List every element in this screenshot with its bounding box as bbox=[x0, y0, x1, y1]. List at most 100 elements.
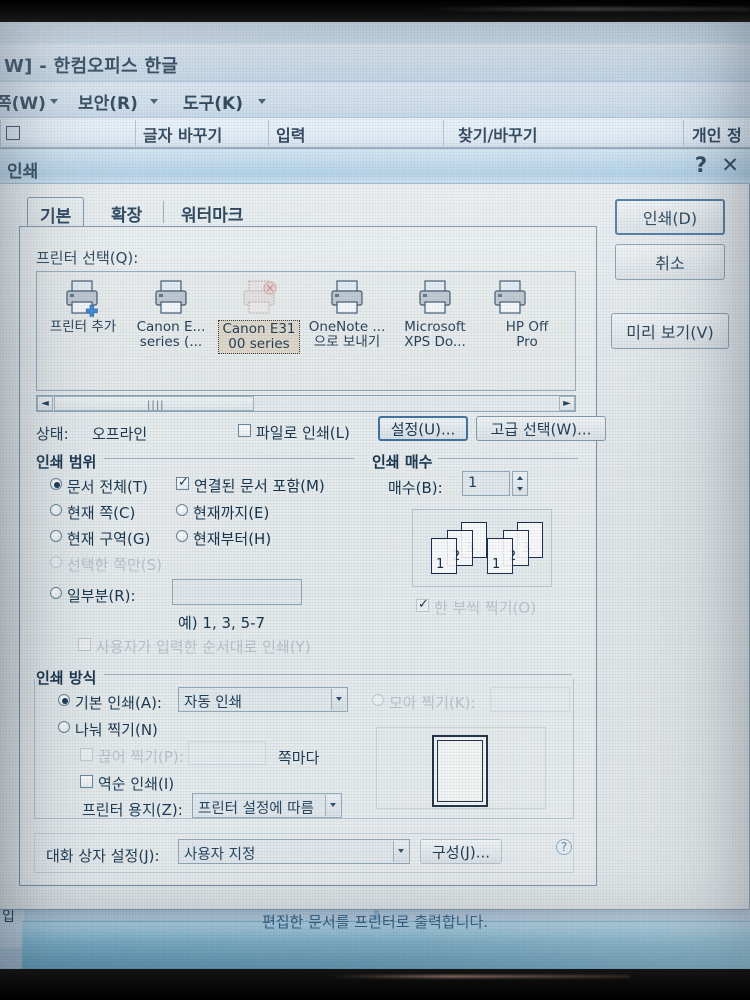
copies-value: 1 bbox=[468, 475, 478, 491]
chevron-down-icon[interactable] bbox=[325, 795, 340, 816]
radio-dot bbox=[176, 504, 188, 516]
monitor-bezel-top bbox=[0, 0, 750, 22]
radio-dot bbox=[50, 556, 62, 568]
printer-item-onenote[interactable]: OneNote ... 으로 보내기 bbox=[305, 278, 389, 350]
tab-watermark[interactable]: 워터마크 bbox=[169, 197, 256, 227]
printer-list[interactable]: 프린터 추가 Canon E... series (... Canon E31 … bbox=[36, 271, 576, 391]
split-print-label: 나눠 찍기(N) bbox=[75, 721, 158, 739]
divider bbox=[438, 458, 578, 459]
chevron-down-icon[interactable] bbox=[331, 689, 346, 710]
stepper-up-icon[interactable] bbox=[517, 476, 523, 480]
tab-extended[interactable]: 확장 bbox=[99, 197, 154, 227]
close-icon[interactable]: ✕ bbox=[721, 153, 739, 177]
checkbox-box bbox=[80, 748, 93, 761]
printer-list-scrollbar[interactable]: ◄ ► |||| bbox=[36, 395, 576, 412]
divider bbox=[0, 120, 1, 146]
printer-item-canon-e[interactable]: Canon E... series (... bbox=[129, 278, 213, 350]
app-toolbar-tabs: 글자 바꾸기 입력 찾기/바꾸기 개인 정 bbox=[0, 118, 750, 148]
menu-item-jjok[interactable]: 쪽(W) bbox=[0, 89, 46, 114]
nup-label: 모아 찍기(K): bbox=[389, 694, 476, 712]
chevron-down-icon[interactable] bbox=[258, 99, 266, 104]
cut-print-suffix: 쪽마다 bbox=[278, 749, 320, 767]
printer-item-hp[interactable]: HP Off Pro bbox=[481, 278, 573, 350]
cut-print-label: 끊어 찍기(P): bbox=[98, 748, 184, 766]
basic-print-value: 자동 인쇄 bbox=[184, 695, 242, 711]
scroll-left-arrow[interactable]: ◄ bbox=[37, 396, 53, 411]
reverse-print-label: 역순 인쇄(I) bbox=[98, 775, 175, 793]
layout-preview-inner bbox=[437, 740, 483, 802]
printer-offline-icon bbox=[236, 278, 282, 318]
scroll-right-arrow[interactable]: ► bbox=[559, 396, 575, 411]
cancel-button[interactable]: 취소 bbox=[615, 244, 725, 280]
toolbar-tab-input[interactable]: 입력 bbox=[276, 122, 305, 146]
printer-icon bbox=[412, 278, 458, 318]
toolbar-tab-find-replace[interactable]: 찾기/바꾸기 bbox=[458, 122, 537, 146]
radio-dot bbox=[50, 478, 62, 490]
range-hint: 예) 1, 3, 5-7 bbox=[178, 614, 266, 632]
printer-name: 프린터 추가 bbox=[49, 319, 117, 335]
configure-button[interactable]: 구성(J)... bbox=[420, 839, 502, 864]
help-icon[interactable]: ? bbox=[556, 839, 572, 855]
stepper-down-icon[interactable] bbox=[517, 487, 523, 491]
copies-header: 인쇄 매수 bbox=[372, 453, 433, 471]
copies-stepper[interactable] bbox=[512, 471, 528, 496]
nup-select bbox=[490, 687, 570, 712]
chevron-down-icon[interactable] bbox=[150, 99, 158, 104]
user-order-label: 사용자가 입력한 순서대로 인쇄(Y) bbox=[96, 638, 311, 656]
status-value: 오프라인 bbox=[92, 425, 148, 443]
menu-item-security[interactable]: 보안(R) bbox=[78, 89, 138, 114]
help-icon[interactable]: ? bbox=[695, 153, 707, 177]
chevron-down-icon[interactable] bbox=[393, 841, 408, 862]
scroll-thumb[interactable]: |||| bbox=[54, 396, 254, 411]
print-button[interactable]: 인쇄(D) bbox=[615, 199, 725, 235]
printer-settings-button[interactable]: 설정(U)... bbox=[378, 416, 468, 441]
radio-dot bbox=[50, 530, 62, 542]
printer-paper-label: 프린터 용지(Z): bbox=[82, 801, 183, 819]
print-range-header: 인쇄 범위 bbox=[36, 453, 97, 471]
copies-input[interactable]: 1 bbox=[462, 471, 510, 496]
dialog-settings-select[interactable]: 사용자 지정 bbox=[178, 839, 410, 864]
preview-button[interactable]: 미리 보기(V) bbox=[611, 313, 729, 349]
dialog-settings-label: 대화 상자 설정(J): bbox=[46, 847, 160, 865]
app-menu-bar: 쪽(W) 보안(R) 도구(K) bbox=[0, 82, 750, 118]
app-title-bar: W] - 한컴오피스 한글 bbox=[0, 44, 750, 82]
printer-name: Microsoft XPS Do... bbox=[404, 319, 466, 350]
dialog-settings-value: 사용자 지정 bbox=[184, 847, 256, 863]
collate-preview: 3 2 1 3 2 1 bbox=[412, 509, 552, 587]
scroll-grip-icon: |||| bbox=[147, 400, 165, 411]
dialog-title-text: 인쇄 bbox=[7, 162, 39, 182]
divider bbox=[683, 120, 684, 146]
printer-item-canon-e3100[interactable]: Canon E31 00 series bbox=[217, 278, 301, 354]
dialog-tabs: 기본 확장 워터마크 bbox=[19, 197, 597, 227]
printer-paper-select[interactable]: 프린터 설정에 따름 bbox=[192, 793, 342, 818]
range-from-current-label: 현재부터(H) bbox=[193, 530, 272, 548]
divider bbox=[268, 120, 269, 146]
dialog-status-text: 편집한 문서를 프린터로 출력합니다. bbox=[261, 913, 489, 931]
preview-page-1: 1 bbox=[431, 538, 457, 574]
radio-dot bbox=[58, 721, 70, 733]
range-current-page-label: 현재 쪽(C) bbox=[67, 504, 136, 522]
range-up-to-current-label: 현재까지(E) bbox=[193, 504, 270, 522]
advanced-select-button[interactable]: 고급 선택(W)... bbox=[476, 416, 606, 441]
dialog-title-bar: 인쇄 ? ✕ bbox=[0, 149, 750, 184]
checkbox-box bbox=[176, 475, 189, 490]
page-icon bbox=[6, 126, 20, 140]
printer-paper-value: 프린터 설정에 따름 bbox=[198, 801, 314, 817]
range-partial-input[interactable] bbox=[172, 579, 302, 605]
printer-icon bbox=[324, 278, 370, 318]
radio-dot bbox=[58, 694, 70, 706]
printer-add-icon bbox=[60, 278, 106, 318]
range-partial-label: 일부분(R): bbox=[67, 587, 136, 605]
printer-icon bbox=[487, 278, 533, 318]
chevron-down-icon[interactable] bbox=[50, 99, 58, 104]
printer-item-xps[interactable]: Microsoft XPS Do... bbox=[393, 278, 477, 350]
tab-basic[interactable]: 기본 bbox=[27, 197, 85, 227]
menu-item-tools[interactable]: 도구(K) bbox=[183, 89, 243, 114]
printer-item-add[interactable]: 프린터 추가 bbox=[41, 278, 125, 335]
basic-print-select[interactable]: 자동 인쇄 bbox=[178, 687, 348, 712]
toolbar-tab-replace-char[interactable]: 글자 바꾸기 bbox=[143, 122, 222, 146]
toolbar-tab-personal-info[interactable]: 개인 정 bbox=[692, 122, 742, 146]
printer-icon bbox=[148, 278, 194, 318]
include-linked-docs-label: 연결된 문서 포함(M) bbox=[194, 477, 325, 495]
divider bbox=[135, 120, 136, 146]
